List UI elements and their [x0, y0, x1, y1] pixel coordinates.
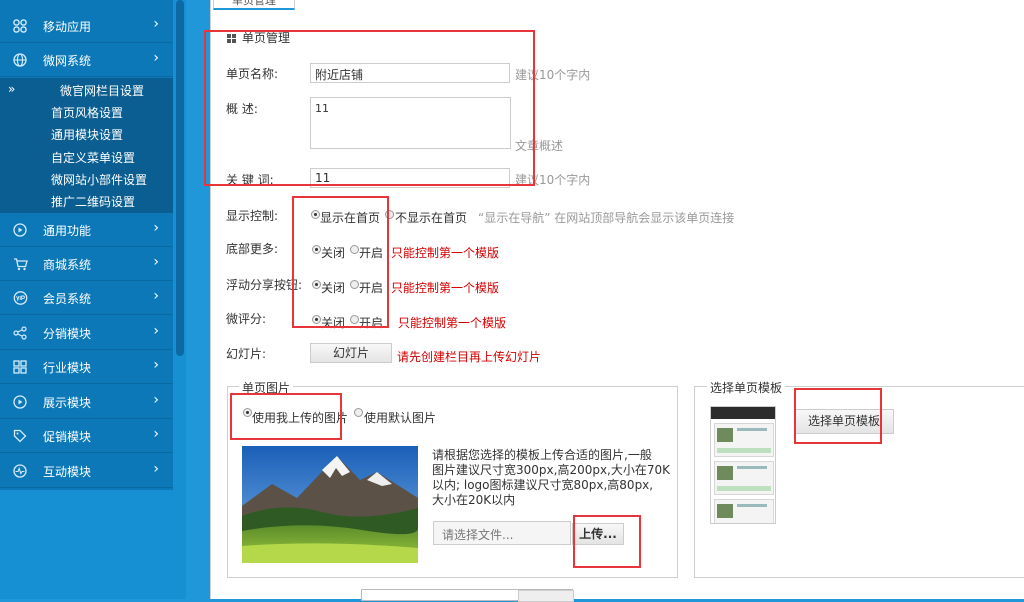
chevron-right-icon: ›	[153, 220, 159, 236]
sidebar-item-members[interactable]: 会员系统 ›	[0, 281, 173, 315]
submenu-item-column-settings[interactable]: 微官网栏目设置	[0, 79, 173, 101]
sidebar-item-label: 互动模块	[43, 465, 92, 479]
chevron-right-icon: ›	[153, 426, 159, 442]
hide-on-homepage-label: 不显示在首页	[395, 211, 468, 225]
submenu-item-home-style[interactable]: 首页风格设置	[0, 101, 173, 123]
chevron-right-icon: ›	[153, 357, 159, 373]
sidebar-item-micro-site[interactable]: 微网系统 ›	[0, 43, 173, 77]
grid-icon	[12, 359, 28, 375]
sidebar-item-distribution[interactable]: 分销模块 ›	[0, 316, 173, 350]
chevron-right-icon: ›	[153, 323, 159, 339]
submenu-item-widgets[interactable]: 微网站小部件设置	[0, 168, 173, 190]
sidebar-item-industry[interactable]: 行业模块 ›	[0, 350, 173, 384]
template-preview-thumbnail[interactable]	[710, 406, 776, 524]
annotation-box	[204, 30, 535, 186]
submenu-item-label: 微网站小部件设置	[51, 173, 148, 187]
sidebar-menu: 移动应用 › 微网系统 › » 微官网栏目设置 首页风格设置 通用模块设置 自定…	[0, 0, 173, 490]
sidebar-item-label: 展示模块	[43, 396, 92, 410]
use-default-image-label: 使用默认图片	[364, 411, 437, 425]
slides-note: 请先创建栏目再上传幻灯片	[397, 350, 542, 364]
sidebar-submenu: » 微官网栏目设置 首页风格设置 通用模块设置 自定义菜单设置 微网站小部件设置…	[0, 78, 173, 213]
sidebar-item-general[interactable]: 通用功能 ›	[0, 213, 173, 247]
sidebar-item-label: 微网系统	[43, 54, 92, 68]
mountain-landscape-image	[242, 446, 418, 563]
share-icon	[12, 325, 28, 341]
share-button-label: 浮动分享按钮:	[226, 278, 303, 292]
sidebar-item-showcase[interactable]: 展示模块 ›	[0, 385, 173, 419]
tag-icon	[12, 428, 28, 444]
sidebar-item-label: 会员系统	[43, 292, 92, 306]
submenu-item-custom-menu[interactable]: 自定义菜单设置	[0, 146, 173, 168]
sidebar-item-interaction[interactable]: 互动模块 ›	[0, 454, 173, 488]
use-default-image-radio[interactable]	[354, 408, 363, 417]
sidebar-item-label: 移动应用	[43, 20, 92, 34]
bottom-more-note: 只能控制第一个模版	[391, 246, 500, 260]
display-control-label: 显示控制:	[226, 209, 279, 223]
annotation-box	[292, 196, 389, 328]
chevron-right-icon: ›	[153, 16, 159, 32]
file-chooser-input[interactable]: 请选择文件...	[433, 521, 571, 545]
chevron-right-icon: ›	[153, 254, 159, 270]
sidebar-item-mobile-apps[interactable]: 移动应用 ›	[0, 9, 173, 43]
sidebar-item-label: 促销模块	[43, 430, 92, 444]
bottom-more-label: 底部更多:	[226, 242, 279, 256]
submenu-item-label: 自定义菜单设置	[51, 151, 136, 165]
submenu-item-label: 推广二维码设置	[51, 195, 136, 209]
annotation-box	[794, 388, 882, 444]
sidebar-item-promotion[interactable]: 促销模块 ›	[0, 419, 173, 453]
micro-comment-label: 微评分:	[226, 312, 267, 326]
submenu-item-common-modules[interactable]: 通用模块设置	[0, 123, 173, 145]
chevron-right-icon: ›	[153, 461, 159, 477]
image-instructions-line-4: 大小在20K以内	[432, 493, 516, 507]
chevron-right-icon: ›	[153, 50, 159, 66]
sidebar-item-mall[interactable]: 商城系统 ›	[0, 247, 173, 281]
share-button-note: 只能控制第一个模版	[391, 281, 500, 295]
slides-button[interactable]: 幻灯片	[310, 343, 392, 363]
pulse-icon	[12, 463, 28, 479]
cart-icon	[12, 256, 28, 272]
sidebar: 移动应用 › 微网系统 › » 微官网栏目设置 首页风格设置 通用模块设置 自定…	[0, 0, 186, 599]
annotation-box	[573, 515, 641, 568]
sidebar-scrollbar[interactable]	[176, 0, 184, 356]
sidebar-item-label: 行业模块	[43, 361, 92, 375]
play-circle-icon	[12, 394, 28, 410]
grid-icon	[12, 18, 28, 34]
tab-single-page[interactable]: 单页管理	[213, 0, 295, 10]
vip-icon	[12, 290, 28, 306]
sidebar-item-label: 分销模块	[43, 327, 92, 341]
chevron-right-icon: ›	[153, 288, 159, 304]
play-circle-icon	[12, 222, 28, 238]
submenu-item-label: 通用模块设置	[51, 128, 124, 142]
submenu-item-label: 微官网栏目设置	[60, 84, 145, 98]
globe-icon	[12, 52, 28, 68]
bottom-button[interactable]	[518, 590, 574, 602]
submenu-item-qrcode[interactable]: 推广二维码设置	[0, 190, 173, 212]
page-template-legend: 选择单页模板	[707, 379, 786, 396]
micro-comment-note: 只能控制第一个模版	[398, 316, 507, 330]
slides-label: 幻灯片:	[226, 347, 267, 361]
sidebar-item-label: 商城系统	[43, 258, 92, 272]
display-control-note: “显示在导航” 在网站顶部导航会显示该单页连接	[478, 211, 735, 225]
sidebar-item-label: 通用功能	[43, 224, 92, 238]
main-content: 单页管理 单页管理 单页名称: 附近店铺 建议10个字内 概 述: 11 文章概…	[204, 0, 1024, 602]
annotation-box	[230, 393, 342, 440]
chevron-right-icon: ›	[153, 392, 159, 408]
submenu-item-label: 首页风格设置	[51, 106, 124, 120]
